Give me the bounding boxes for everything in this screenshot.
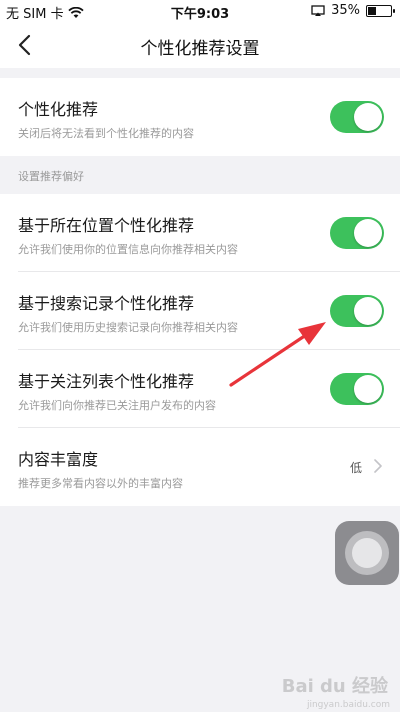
toggle-knob (354, 219, 382, 247)
screen-mirroring-icon (311, 4, 325, 16)
page-title: 个性化推荐设置 (140, 39, 260, 59)
setting-description: 允许我们使用历史搜索记录向你推荐相关内容 (18, 321, 238, 334)
setting-description: 允许我们使用你的位置信息向你推荐相关内容 (18, 243, 238, 256)
search-history-toggle[interactable] (330, 295, 384, 327)
location-toggle[interactable] (330, 217, 384, 249)
setting-row-personalized: 个性化推荐 关闭后将无法看到个性化推荐的内容 (0, 78, 400, 156)
setting-title: 个性化推荐 (18, 100, 99, 119)
battery-percent: 35% (331, 3, 360, 18)
status-right: 35% (311, 3, 395, 18)
chevron-right-icon (374, 459, 382, 473)
toggle-knob (354, 297, 382, 325)
section-label: 设置推荐偏好 (18, 170, 84, 183)
status-bar: 无 SIM 卡 下午9:03 35% (0, 0, 400, 22)
battery-icon (366, 4, 395, 17)
setting-title: 内容丰富度 (18, 450, 99, 469)
personalized-toggle[interactable] (330, 101, 384, 133)
richness-value: 低 (349, 461, 362, 475)
preferences-section: 基于所在位置个性化推荐 允许我们使用你的位置信息向你推荐相关内容 基于搜索记录个… (0, 194, 400, 506)
watermark-url: jingyan.baidu.com (306, 700, 390, 710)
nav-bar: 个性化推荐设置 (0, 22, 400, 68)
assistive-touch-button[interactable] (335, 521, 399, 585)
setting-row-follow-list: 基于关注列表个性化推荐 允许我们向你推荐已关注用户发布的内容 (0, 350, 400, 428)
main-setting-section: 个性化推荐 关闭后将无法看到个性化推荐的内容 (0, 78, 400, 156)
follow-list-toggle[interactable] (330, 373, 384, 405)
setting-row-richness[interactable]: 内容丰富度 推荐更多常看内容以外的丰富内容 低 (0, 428, 400, 506)
setting-title: 基于所在位置个性化推荐 (18, 216, 195, 235)
setting-title: 基于搜索记录个性化推荐 (18, 294, 195, 313)
setting-row-location: 基于所在位置个性化推荐 允许我们使用你的位置信息向你推荐相关内容 (0, 194, 400, 272)
assistive-touch-core (352, 538, 382, 568)
toggle-knob (354, 375, 382, 403)
toggle-knob (354, 103, 382, 131)
setting-title: 基于关注列表个性化推荐 (18, 372, 195, 391)
battery-fill (368, 6, 376, 15)
setting-description: 允许我们向你推荐已关注用户发布的内容 (18, 399, 216, 412)
watermark-logo: Bai du 经验 (281, 676, 388, 697)
setting-description: 关闭后将无法看到个性化推荐的内容 (18, 127, 194, 140)
setting-row-search-history: 基于搜索记录个性化推荐 允许我们使用历史搜索记录向你推荐相关内容 (0, 272, 400, 350)
setting-description: 推荐更多常看内容以外的丰富内容 (18, 477, 183, 490)
